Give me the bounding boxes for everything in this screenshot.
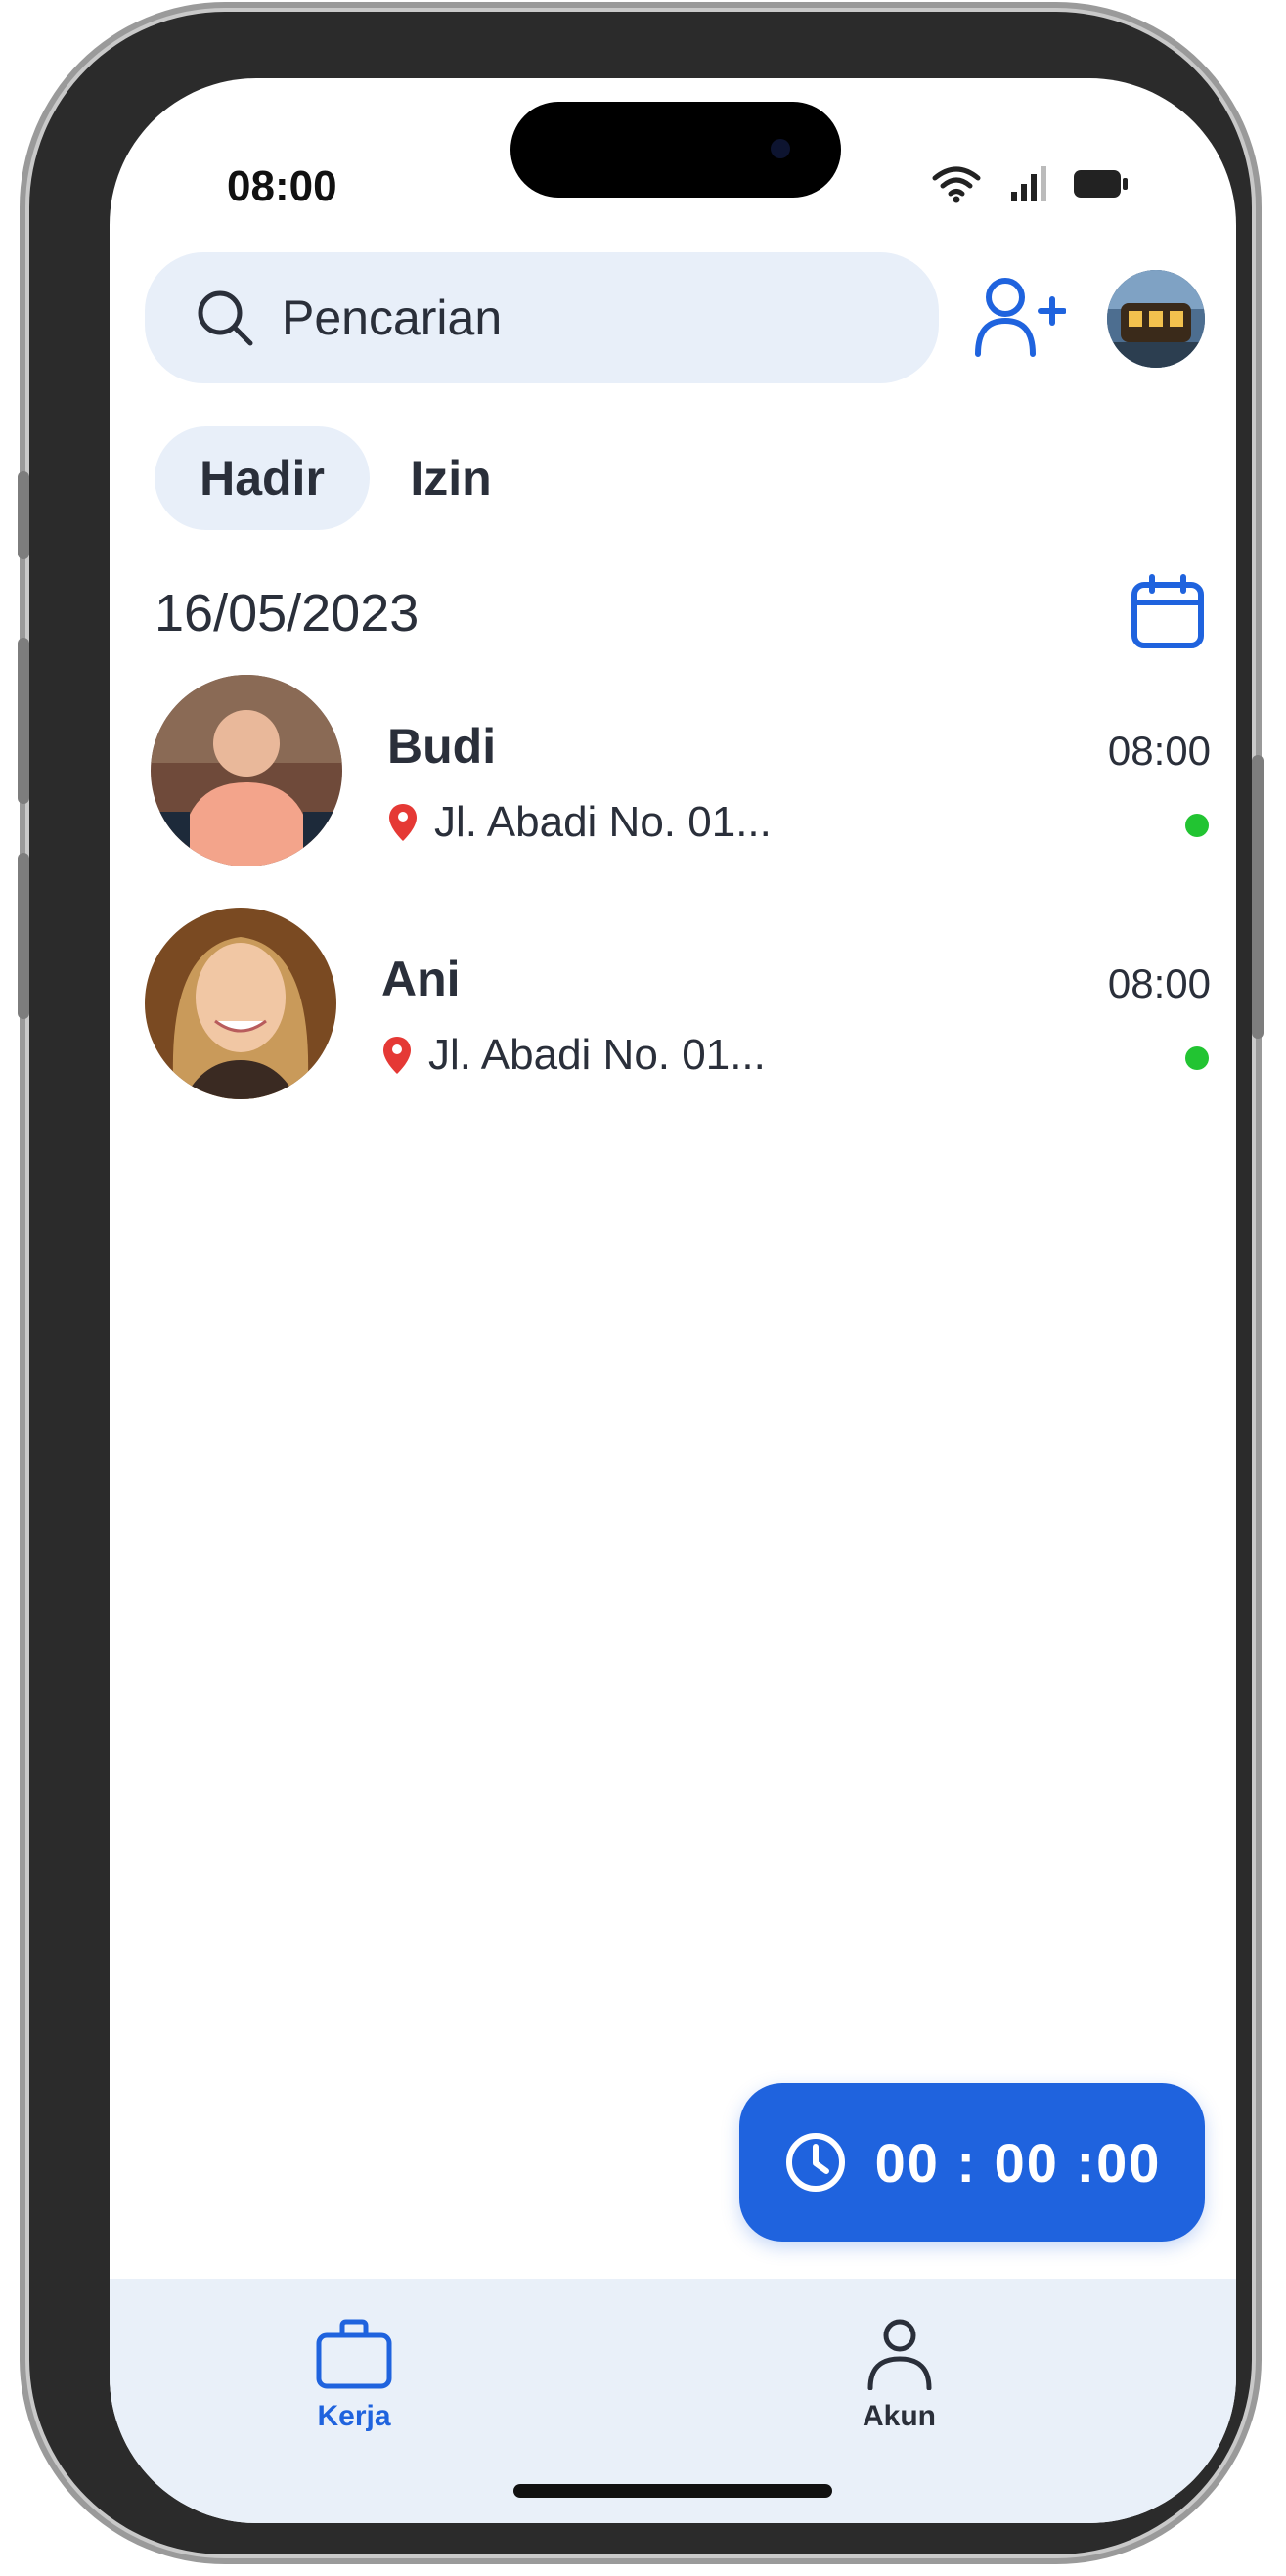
address-text: Jl. Abadi No. 01...: [434, 798, 772, 846]
address-text: Jl. Abadi No. 01...: [428, 1031, 766, 1079]
person-name: Budi: [387, 719, 497, 774]
location-pin-icon: [383, 1037, 411, 1074]
briefcase-icon: [316, 2319, 392, 2389]
clock-icon: [785, 2133, 845, 2192]
address: Jl. Abadi No. 01...: [387, 798, 772, 847]
calendar-button[interactable]: [1129, 573, 1207, 656]
front-camera: [771, 139, 790, 158]
wifi-icon: [932, 166, 981, 203]
selected-date: 16/05/2023: [155, 584, 420, 643]
tab-izin[interactable]: Izin: [397, 426, 505, 530]
user-plus-icon: [975, 278, 1067, 357]
side-button-action: [18, 471, 29, 559]
status-time: 08:00: [227, 162, 337, 210]
search-input[interactable]: Pencarian: [145, 252, 939, 383]
signal-icon: [1011, 166, 1046, 201]
person-name: Ani: [381, 952, 461, 1006]
app-screen: 08:00 Pencarian Hadir Izin 16/05/2023 Bu…: [110, 78, 1236, 2523]
calendar-icon: [1131, 574, 1204, 648]
search-placeholder: Pencarian: [282, 290, 503, 345]
nav-label-akun: Akun: [863, 2400, 936, 2432]
nav-item-akun[interactable]: Akun: [863, 2318, 936, 2433]
user-icon: [867, 2319, 931, 2390]
location-pin-icon: [389, 804, 417, 841]
search-icon: [194, 287, 256, 349]
phone-frame: 08:00 Pencarian Hadir Izin 16/05/2023 Bu…: [18, 12, 1264, 2554]
side-button-volume-down: [18, 853, 29, 1019]
nav-item-kerja[interactable]: Kerja: [315, 2318, 393, 2433]
dynamic-island: [510, 102, 841, 198]
online-status-dot: [1185, 1046, 1209, 1070]
check-in-time: 08:00: [1107, 960, 1211, 1006]
timer-button[interactable]: 00 : 00 :00: [739, 2083, 1205, 2242]
online-status-dot: [1185, 814, 1209, 837]
avatar: [151, 675, 342, 866]
add-user-button[interactable]: [972, 276, 1067, 365]
nav-label-kerja: Kerja: [317, 2400, 391, 2432]
address: Jl. Abadi No. 01...: [381, 1031, 766, 1080]
side-button-power: [1252, 755, 1264, 1039]
avatar: [145, 908, 336, 1099]
list-item[interactable]: Ani 08:00 Jl. Abadi No. 01...: [145, 908, 1211, 1103]
list-item[interactable]: Budi 08:00 Jl. Abadi No. 01...: [145, 675, 1211, 870]
home-indicator: [513, 2484, 832, 2498]
status-icons: [931, 164, 1131, 203]
side-button-volume-up: [18, 638, 29, 804]
check-in-time: 08:00: [1107, 728, 1211, 774]
profile-avatar[interactable]: [1107, 270, 1205, 368]
battery-icon: [1074, 170, 1128, 198]
tab-hadir[interactable]: Hadir: [155, 426, 370, 530]
timer-value: 00 : 00 :00: [874, 2131, 1162, 2194]
